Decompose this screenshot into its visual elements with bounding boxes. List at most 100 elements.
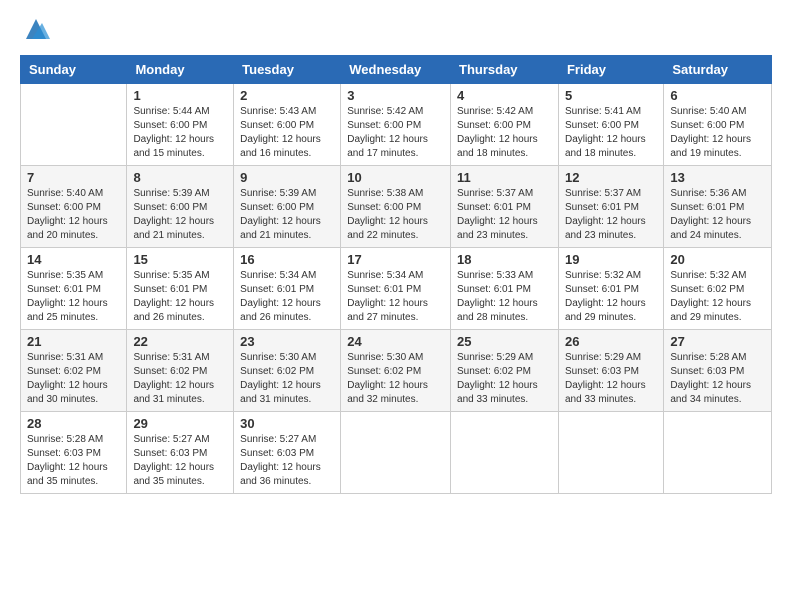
day-number: 19 <box>565 252 657 267</box>
day-number: 28 <box>27 416 120 431</box>
day-number: 22 <box>133 334 227 349</box>
calendar-cell <box>451 412 559 494</box>
day-info: Sunrise: 5:43 AM Sunset: 6:00 PM Dayligh… <box>240 105 334 161</box>
day-number: 2 <box>240 88 334 103</box>
calendar-cell: 24Sunrise: 5:30 AM Sunset: 6:02 PM Dayli… <box>341 330 451 412</box>
day-number: 9 <box>240 170 334 185</box>
day-info: Sunrise: 5:42 AM Sunset: 6:00 PM Dayligh… <box>347 105 444 161</box>
col-header-tuesday: Tuesday <box>234 56 341 84</box>
calendar-cell: 11 Sunrise: 5:37 AM Sunset: 6:01 PM Dayli… <box>451 166 559 248</box>
day-number: 5 <box>565 88 657 103</box>
day-info: Sunrise: 5:37 AM Sunset: 6:01 PM Dayligh… <box>457 187 552 243</box>
day-info: Sunrise: 5:34 AM Sunset: 6:01 PM Dayligh… <box>240 269 334 325</box>
week-row-3: 14 Sunrise: 5:35 AM Sunset: 6:01 PM Dayli… <box>21 248 772 330</box>
day-info: Sunrise: 5:28 AM Sunset: 6:03 PM Dayligh… <box>27 433 120 489</box>
day-number: 18 <box>457 252 552 267</box>
logo-icon <box>22 15 50 43</box>
calendar-cell: 20 Sunrise: 5:32 AM Sunset: 6:02 PM Dayli… <box>664 248 772 330</box>
calendar-cell <box>21 84 127 166</box>
day-number: 26 <box>565 334 657 349</box>
calendar-cell: 3 Sunrise: 5:42 AM Sunset: 6:00 PM Daylig… <box>341 84 451 166</box>
calendar-cell: 29 Sunrise: 5:27 AM Sunset: 6:03 PM Dayli… <box>127 412 234 494</box>
logo <box>20 15 50 43</box>
day-info: Sunrise: 5:32 AM Sunset: 6:01 PM Dayligh… <box>565 269 657 325</box>
calendar-cell: 27 Sunrise: 5:28 AM Sunset: 6:03 PM Dayli… <box>664 330 772 412</box>
col-header-wednesday: Wednesday <box>341 56 451 84</box>
calendar-cell: 13 Sunrise: 5:36 AM Sunset: 6:01 PM Dayli… <box>664 166 772 248</box>
calendar-cell: 25 Sunrise: 5:29 AM Sunset: 6:02 PM Dayli… <box>451 330 559 412</box>
day-number: 8 <box>133 170 227 185</box>
day-number: 27 <box>670 334 765 349</box>
day-info: Sunrise: 5:35 AM Sunset: 6:01 PM Dayligh… <box>27 269 120 325</box>
day-info: Sunrise: 5:27 AM Sunset: 6:03 PM Dayligh… <box>133 433 227 489</box>
day-number: 3 <box>347 88 444 103</box>
calendar-cell <box>664 412 772 494</box>
col-header-monday: Monday <box>127 56 234 84</box>
day-info: Sunrise: 5:40 AM Sunset: 6:00 PM Dayligh… <box>27 187 120 243</box>
day-info: Sunrise: 5:28 AM Sunset: 6:03 PM Dayligh… <box>670 351 765 407</box>
day-number: 25 <box>457 334 552 349</box>
day-info: Sunrise: 5:32 AM Sunset: 6:02 PM Dayligh… <box>670 269 765 325</box>
week-row-5: 28 Sunrise: 5:28 AM Sunset: 6:03 PM Dayli… <box>21 412 772 494</box>
calendar-cell: 28 Sunrise: 5:28 AM Sunset: 6:03 PM Dayli… <box>21 412 127 494</box>
day-info: Sunrise: 5:39 AM Sunset: 6:00 PM Dayligh… <box>240 187 334 243</box>
day-number: 21 <box>27 334 120 349</box>
day-info: Sunrise: 5:27 AM Sunset: 6:03 PM Dayligh… <box>240 433 334 489</box>
day-info: Sunrise: 5:31 AM Sunset: 6:02 PM Dayligh… <box>133 351 227 407</box>
day-number: 7 <box>27 170 120 185</box>
calendar-cell: 8Sunrise: 5:39 AM Sunset: 6:00 PM Daylig… <box>127 166 234 248</box>
calendar-cell: 22 Sunrise: 5:31 AM Sunset: 6:02 PM Dayli… <box>127 330 234 412</box>
day-number: 29 <box>133 416 227 431</box>
day-number: 4 <box>457 88 552 103</box>
col-header-saturday: Saturday <box>664 56 772 84</box>
calendar: SundayMondayTuesdayWednesdayThursdayFrid… <box>20 55 772 494</box>
calendar-cell: 10 Sunrise: 5:38 AM Sunset: 6:00 PM Dayli… <box>341 166 451 248</box>
page: SundayMondayTuesdayWednesdayThursdayFrid… <box>0 0 792 612</box>
day-number: 10 <box>347 170 444 185</box>
day-info: Sunrise: 5:31 AM Sunset: 6:02 PM Dayligh… <box>27 351 120 407</box>
calendar-cell: 23 Sunrise: 5:30 AM Sunset: 6:02 PM Dayli… <box>234 330 341 412</box>
day-number: 13 <box>670 170 765 185</box>
calendar-cell <box>558 412 663 494</box>
calendar-cell: 26 Sunrise: 5:29 AM Sunset: 6:03 PM Dayli… <box>558 330 663 412</box>
calendar-cell: 5 Sunrise: 5:41 AM Sunset: 6:00 PM Daylig… <box>558 84 663 166</box>
calendar-cell: 2 Sunrise: 5:43 AM Sunset: 6:00 PM Daylig… <box>234 84 341 166</box>
day-number: 15 <box>133 252 227 267</box>
day-number: 20 <box>670 252 765 267</box>
day-number: 30 <box>240 416 334 431</box>
calendar-cell: 1Sunrise: 5:44 AM Sunset: 6:00 PM Daylig… <box>127 84 234 166</box>
col-header-sunday: Sunday <box>21 56 127 84</box>
calendar-cell: 12 Sunrise: 5:37 AM Sunset: 6:01 PM Dayli… <box>558 166 663 248</box>
calendar-cell: 9 Sunrise: 5:39 AM Sunset: 6:00 PM Daylig… <box>234 166 341 248</box>
day-number: 14 <box>27 252 120 267</box>
week-row-4: 21 Sunrise: 5:31 AM Sunset: 6:02 PM Dayli… <box>21 330 772 412</box>
day-number: 6 <box>670 88 765 103</box>
day-info: Sunrise: 5:41 AM Sunset: 6:00 PM Dayligh… <box>565 105 657 161</box>
day-info: Sunrise: 5:29 AM Sunset: 6:03 PM Dayligh… <box>565 351 657 407</box>
day-info: Sunrise: 5:30 AM Sunset: 6:02 PM Dayligh… <box>240 351 334 407</box>
day-info: Sunrise: 5:44 AM Sunset: 6:00 PM Dayligh… <box>133 105 227 161</box>
week-row-2: 7 Sunrise: 5:40 AM Sunset: 6:00 PM Daylig… <box>21 166 772 248</box>
day-info: Sunrise: 5:29 AM Sunset: 6:02 PM Dayligh… <box>457 351 552 407</box>
calendar-cell: 7 Sunrise: 5:40 AM Sunset: 6:00 PM Daylig… <box>21 166 127 248</box>
calendar-cell: 15 Sunrise: 5:35 AM Sunset: 6:01 PM Dayli… <box>127 248 234 330</box>
day-info: Sunrise: 5:40 AM Sunset: 6:00 PM Dayligh… <box>670 105 765 161</box>
calendar-header-row: SundayMondayTuesdayWednesdayThursdayFrid… <box>21 56 772 84</box>
day-info: Sunrise: 5:33 AM Sunset: 6:01 PM Dayligh… <box>457 269 552 325</box>
calendar-cell: 30 Sunrise: 5:27 AM Sunset: 6:03 PM Dayli… <box>234 412 341 494</box>
day-info: Sunrise: 5:36 AM Sunset: 6:01 PM Dayligh… <box>670 187 765 243</box>
day-number: 23 <box>240 334 334 349</box>
logo-text <box>20 15 50 43</box>
day-info: Sunrise: 5:38 AM Sunset: 6:00 PM Dayligh… <box>347 187 444 243</box>
calendar-cell: 18 Sunrise: 5:33 AM Sunset: 6:01 PM Dayli… <box>451 248 559 330</box>
calendar-cell: 16Sunrise: 5:34 AM Sunset: 6:01 PM Dayli… <box>234 248 341 330</box>
day-number: 11 <box>457 170 552 185</box>
day-info: Sunrise: 5:34 AM Sunset: 6:01 PM Dayligh… <box>347 269 444 325</box>
calendar-cell: 17Sunrise: 5:34 AM Sunset: 6:01 PM Dayli… <box>341 248 451 330</box>
calendar-cell: 19 Sunrise: 5:32 AM Sunset: 6:01 PM Dayli… <box>558 248 663 330</box>
day-info: Sunrise: 5:37 AM Sunset: 6:01 PM Dayligh… <box>565 187 657 243</box>
day-info: Sunrise: 5:35 AM Sunset: 6:01 PM Dayligh… <box>133 269 227 325</box>
day-number: 12 <box>565 170 657 185</box>
calendar-cell: 4 Sunrise: 5:42 AM Sunset: 6:00 PM Daylig… <box>451 84 559 166</box>
day-info: Sunrise: 5:42 AM Sunset: 6:00 PM Dayligh… <box>457 105 552 161</box>
